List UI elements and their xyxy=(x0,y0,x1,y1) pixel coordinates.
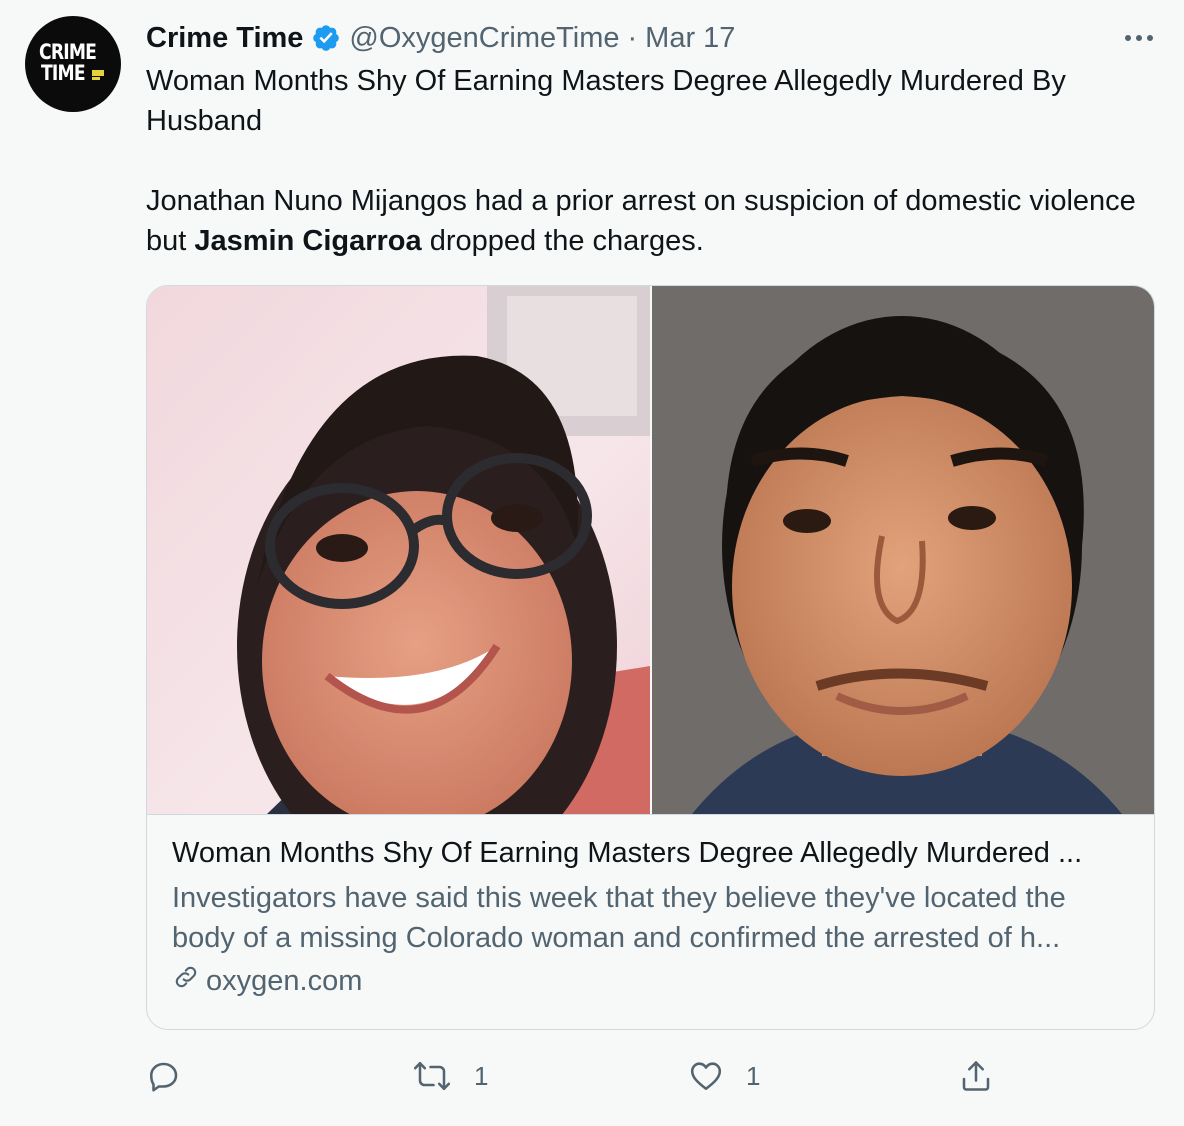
card-domain[interactable]: oxygen.com xyxy=(172,961,362,1001)
avatar-logo-mark xyxy=(92,70,104,76)
like-button[interactable]: 1 xyxy=(688,1054,760,1098)
author-name[interactable]: Crime Time xyxy=(146,22,303,55)
card-photo-man xyxy=(652,286,1154,814)
link-icon xyxy=(172,963,206,999)
like-icon xyxy=(688,1058,724,1094)
link-card[interactable]: Woman Months Shy Of Earning Masters Degr… xyxy=(146,285,1155,1030)
avatar[interactable]: CRIME TIME xyxy=(25,16,121,112)
author-handle[interactable]: @OxygenCrimeTime xyxy=(349,22,619,55)
retweet-icon xyxy=(412,1058,452,1094)
action-bar: 1 1 xyxy=(146,1054,1046,1098)
card-title[interactable]: Woman Months Shy Of Earning Masters Degr… xyxy=(172,833,1132,873)
card-description: Investigators have said this week that t… xyxy=(172,882,1066,954)
retweet-count: 1 xyxy=(474,1060,489,1091)
card-photo-woman xyxy=(147,286,650,814)
tweet[interactable]: CRIME TIME Crime Time @OxygenCrimeTime ·… xyxy=(0,0,1184,1126)
tweet-header: Crime Time @OxygenCrimeTime · Mar 17 xyxy=(146,20,735,56)
reply-icon xyxy=(146,1058,182,1094)
mentioned-name: Jasmin Cigarroa xyxy=(194,225,422,257)
retweet-button[interactable]: 1 xyxy=(412,1054,488,1098)
tweet-body-text-end: dropped the charges. xyxy=(421,225,704,257)
avatar-logo-line2: TIME xyxy=(41,61,86,85)
tweet-text: Woman Months Shy Of Earning Masters Degr… xyxy=(146,61,1156,261)
share-icon xyxy=(958,1058,994,1094)
card-meta[interactable]: Woman Months Shy Of Earning Masters Degr… xyxy=(147,814,1154,1029)
avatar-logo-mark xyxy=(92,77,100,80)
avatar-logo-line1: CRIME xyxy=(39,40,97,64)
more-icon[interactable] xyxy=(1121,22,1157,52)
tweet-date[interactable]: Mar 17 xyxy=(645,22,735,55)
reply-button[interactable] xyxy=(146,1054,204,1098)
card-domain-text: oxygen.com xyxy=(206,964,363,997)
header-separator: · xyxy=(627,21,638,54)
tweet-headline: Woman Months Shy Of Earning Masters Degr… xyxy=(146,65,1066,137)
verified-badge-icon xyxy=(311,23,341,53)
like-count: 1 xyxy=(746,1060,761,1091)
tweet-body: Jonathan Nuno Mijangos had a prior arres… xyxy=(146,181,1156,261)
share-button[interactable] xyxy=(958,1054,994,1098)
